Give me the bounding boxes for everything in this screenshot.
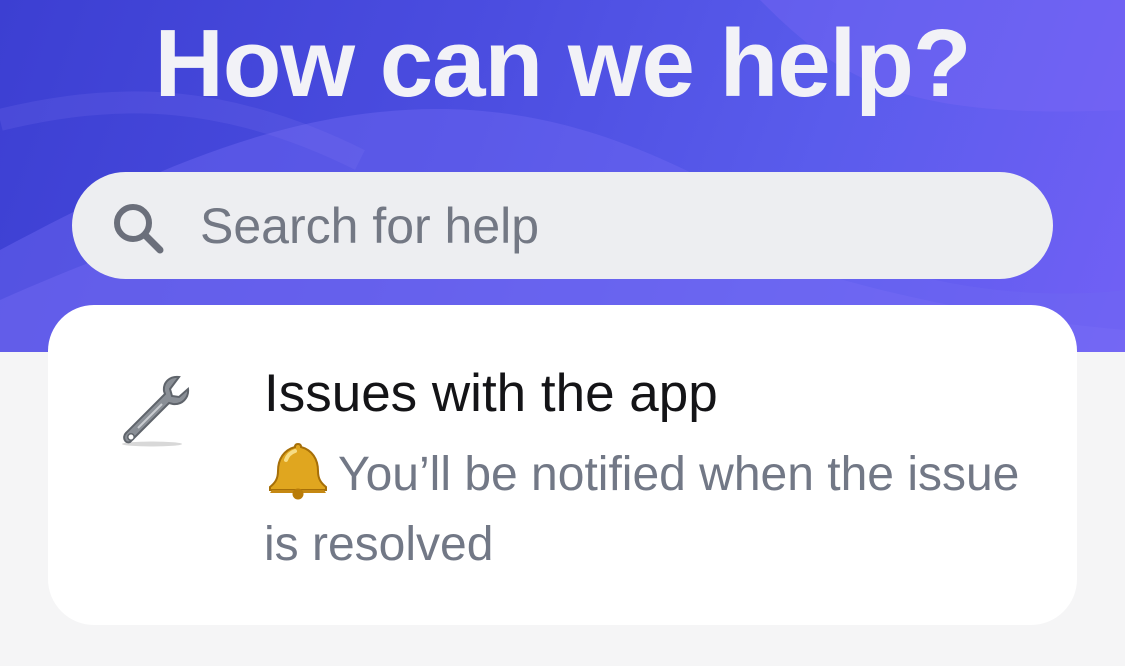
- card-title: Issues with the app: [264, 364, 718, 423]
- search-input[interactable]: Search for help: [200, 196, 539, 256]
- card-subtitle: You’ll be notified when the issue is res…: [264, 440, 1024, 580]
- bell-icon: [269, 442, 327, 500]
- card-subtitle-text: You’ll be notified when the issue is res…: [264, 448, 1020, 571]
- search-icon: [114, 204, 164, 254]
- wrench-icon: [122, 375, 190, 447]
- page-title: How can we help?: [154, 10, 971, 117]
